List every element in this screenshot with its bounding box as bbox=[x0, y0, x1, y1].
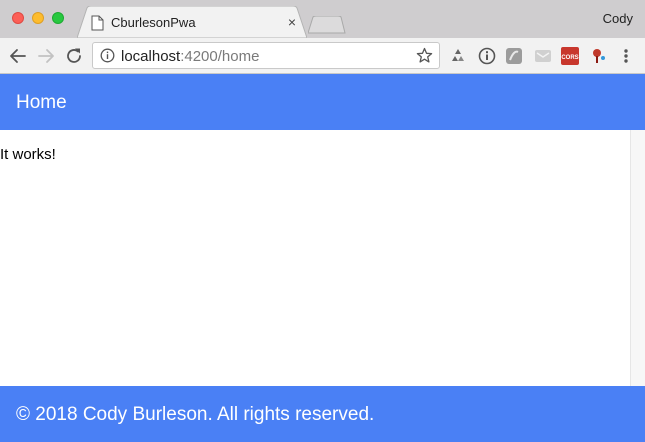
window-close-button[interactable] bbox=[12, 12, 24, 24]
back-arrow-icon[interactable] bbox=[7, 45, 29, 67]
window-minimize-button[interactable] bbox=[32, 12, 44, 24]
tab-title: CburlesonPwa bbox=[111, 15, 196, 30]
address-url: localhost:4200/home bbox=[121, 48, 259, 65]
url-path: :4200/home bbox=[180, 48, 260, 65]
tab-active[interactable]: CburlesonPwa × bbox=[77, 6, 307, 38]
vertical-scrollbar[interactable] bbox=[630, 130, 645, 386]
profile-name[interactable]: Cody bbox=[603, 11, 633, 26]
url-host: localhost bbox=[121, 48, 181, 65]
info-icon[interactable] bbox=[100, 48, 115, 63]
cors-label: CORS bbox=[561, 55, 578, 61]
forward-arrow-icon[interactable] bbox=[35, 45, 57, 67]
info-circle-icon[interactable] bbox=[478, 47, 496, 65]
address-bar[interactable]: localhost:4200/home bbox=[92, 42, 440, 69]
tab-strip: CburlesonPwa × Cody bbox=[0, 0, 645, 38]
cors-icon[interactable]: CORS bbox=[561, 47, 579, 65]
app-footer: © 2018 Cody Burleson. All rights reserve… bbox=[0, 386, 645, 442]
tab-close-icon[interactable]: × bbox=[284, 14, 300, 30]
footer-text: © 2018 Cody Burleson. All rights reserve… bbox=[16, 404, 375, 425]
window-maximize-button[interactable] bbox=[52, 12, 64, 24]
page-content: It works! bbox=[0, 130, 630, 386]
menu-dots-icon[interactable] bbox=[619, 47, 633, 65]
content-text: It works! bbox=[0, 146, 56, 163]
app-toolbar: Home bbox=[0, 74, 645, 130]
reload-icon[interactable] bbox=[63, 45, 85, 67]
gray-square-icon[interactable] bbox=[505, 47, 523, 65]
pin-icon[interactable] bbox=[589, 47, 607, 65]
page-icon bbox=[91, 15, 104, 31]
new-tab-button[interactable] bbox=[308, 16, 346, 34]
bookmark-star-icon[interactable] bbox=[416, 47, 433, 64]
gray-envelope-icon[interactable] bbox=[534, 47, 552, 65]
recycle-icon[interactable] bbox=[449, 47, 467, 65]
browser-toolbar: localhost:4200/home CORS bbox=[0, 38, 645, 74]
page-title: Home bbox=[16, 92, 67, 113]
browser-window: CburlesonPwa × Cody localhost:4200/home bbox=[0, 0, 645, 442]
